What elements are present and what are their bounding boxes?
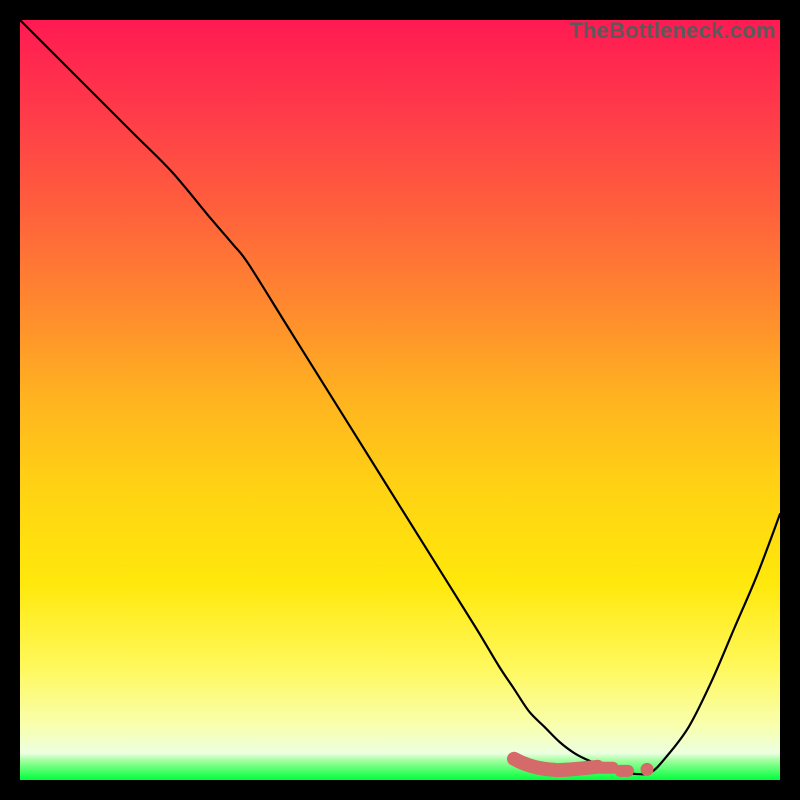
optimum-dot [641,763,654,776]
watermark-text: TheBottleneck.com [570,18,776,44]
chart-frame: TheBottleneck.com [20,20,780,780]
bottleneck-chart [20,20,780,780]
